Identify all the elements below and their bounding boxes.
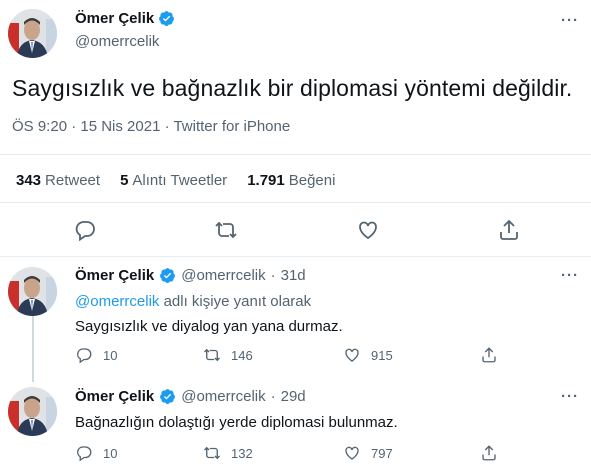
tweet-meta[interactable]: ÖS 9:20 · 15 Nis 2021 · Twitter for iPho… (12, 118, 290, 135)
reply-context-text: adlı kişiye yanıt olarak (163, 293, 312, 310)
tweet-text: Saygısızlık ve bağnazlık bir diplomasi y… (12, 75, 573, 101)
retweet-count: 132 (231, 445, 253, 461)
reply-header: Ömer Çelik @omerrcelik · 29d (75, 388, 306, 405)
tweet-stats: 343 Retweet 5 Alıntı Tweetler 1.791 Beğeni (16, 172, 335, 189)
share-icon (482, 347, 496, 363)
reply-text: Saygısızlık ve diyalog yan yana durmaz. (75, 318, 343, 335)
verified-badge-icon (160, 268, 176, 283)
like-count: 915 (371, 347, 393, 363)
reply-actions: 10 132 797 (75, 444, 515, 464)
author-handle[interactable]: @omerrcelik (75, 33, 159, 50)
reply-context: @omerrcelik adlı kişiye yanıt olarak (75, 293, 311, 310)
separator-dot: · (270, 267, 276, 284)
reply-count: 10 (103, 347, 118, 363)
like-stat[interactable]: 1.791 Beğeni (247, 172, 335, 189)
divider (0, 154, 591, 155)
reply-time[interactable]: 31d (281, 267, 306, 284)
more-options-icon[interactable]: ··· (561, 267, 579, 284)
reply-header: Ömer Çelik @omerrcelik · 31d (75, 267, 306, 284)
reply-author-name[interactable]: Ömer Çelik (75, 267, 154, 284)
reply-button[interactable]: 10 (75, 444, 117, 462)
divider (0, 202, 591, 203)
like-count: 797 (371, 445, 393, 461)
retweet-icon (204, 446, 220, 460)
verified-badge-icon (159, 11, 175, 26)
reply-icon[interactable] (73, 218, 97, 242)
retweet-count: 146 (231, 347, 253, 363)
share-icon (482, 445, 496, 461)
reply-time[interactable]: 29d (281, 388, 306, 405)
reply-icon (77, 446, 92, 462)
retweet-button[interactable]: 146 (203, 346, 253, 364)
reply-author-handle[interactable]: @omerrcelik (181, 267, 265, 284)
retweet-button[interactable]: 132 (203, 444, 253, 462)
retweet-stat[interactable]: 343 Retweet (16, 172, 100, 189)
main-tweet-header: Ömer Çelik @omerrcelik ··· (0, 0, 591, 60)
verified-badge-icon (160, 389, 176, 404)
reply-count: 10 (103, 445, 118, 461)
quote-stat[interactable]: 5 Alıntı Tweetler (120, 172, 227, 189)
share-button[interactable] (480, 346, 498, 364)
avatar-photo-icon (8, 9, 57, 58)
reply-text: Bağnazlığın dolaştığı yerde diplomasi bu… (75, 414, 398, 431)
author-name[interactable]: Ömer Çelik (75, 10, 175, 27)
like-button[interactable]: 915 (343, 346, 393, 364)
reply-author-name[interactable]: Ömer Çelik (75, 388, 154, 405)
tweet-actions (0, 218, 591, 244)
like-icon[interactable] (356, 218, 380, 242)
reply-avatar[interactable] (8, 267, 57, 316)
reply-tweet[interactable]: Ömer Çelik @omerrcelik · 29d ··· Bağnazl… (0, 383, 591, 468)
separator-dot: · (270, 388, 276, 405)
retweet-icon (204, 348, 220, 362)
more-options-icon[interactable]: ··· (561, 12, 579, 29)
like-icon (345, 446, 359, 460)
share-button[interactable] (480, 444, 498, 462)
reply-context-link[interactable]: @omerrcelik (75, 293, 159, 310)
like-icon (345, 348, 359, 362)
avatar-photo-icon (8, 387, 57, 436)
share-icon[interactable] (497, 218, 521, 242)
reply-icon (77, 348, 92, 364)
reply-author-handle[interactable]: @omerrcelik (181, 388, 265, 405)
reply-tweet[interactable]: Ömer Çelik @omerrcelik · 31d ··· @omerrc… (0, 257, 591, 383)
reply-actions: 10 146 915 (75, 346, 515, 366)
reply-button[interactable]: 10 (75, 346, 117, 364)
avatar-photo-icon (8, 267, 57, 316)
like-button[interactable]: 797 (343, 444, 393, 462)
reply-avatar[interactable] (8, 387, 57, 436)
more-options-icon[interactable]: ··· (561, 388, 579, 405)
author-avatar[interactable] (8, 9, 57, 58)
retweet-icon[interactable] (214, 218, 238, 242)
